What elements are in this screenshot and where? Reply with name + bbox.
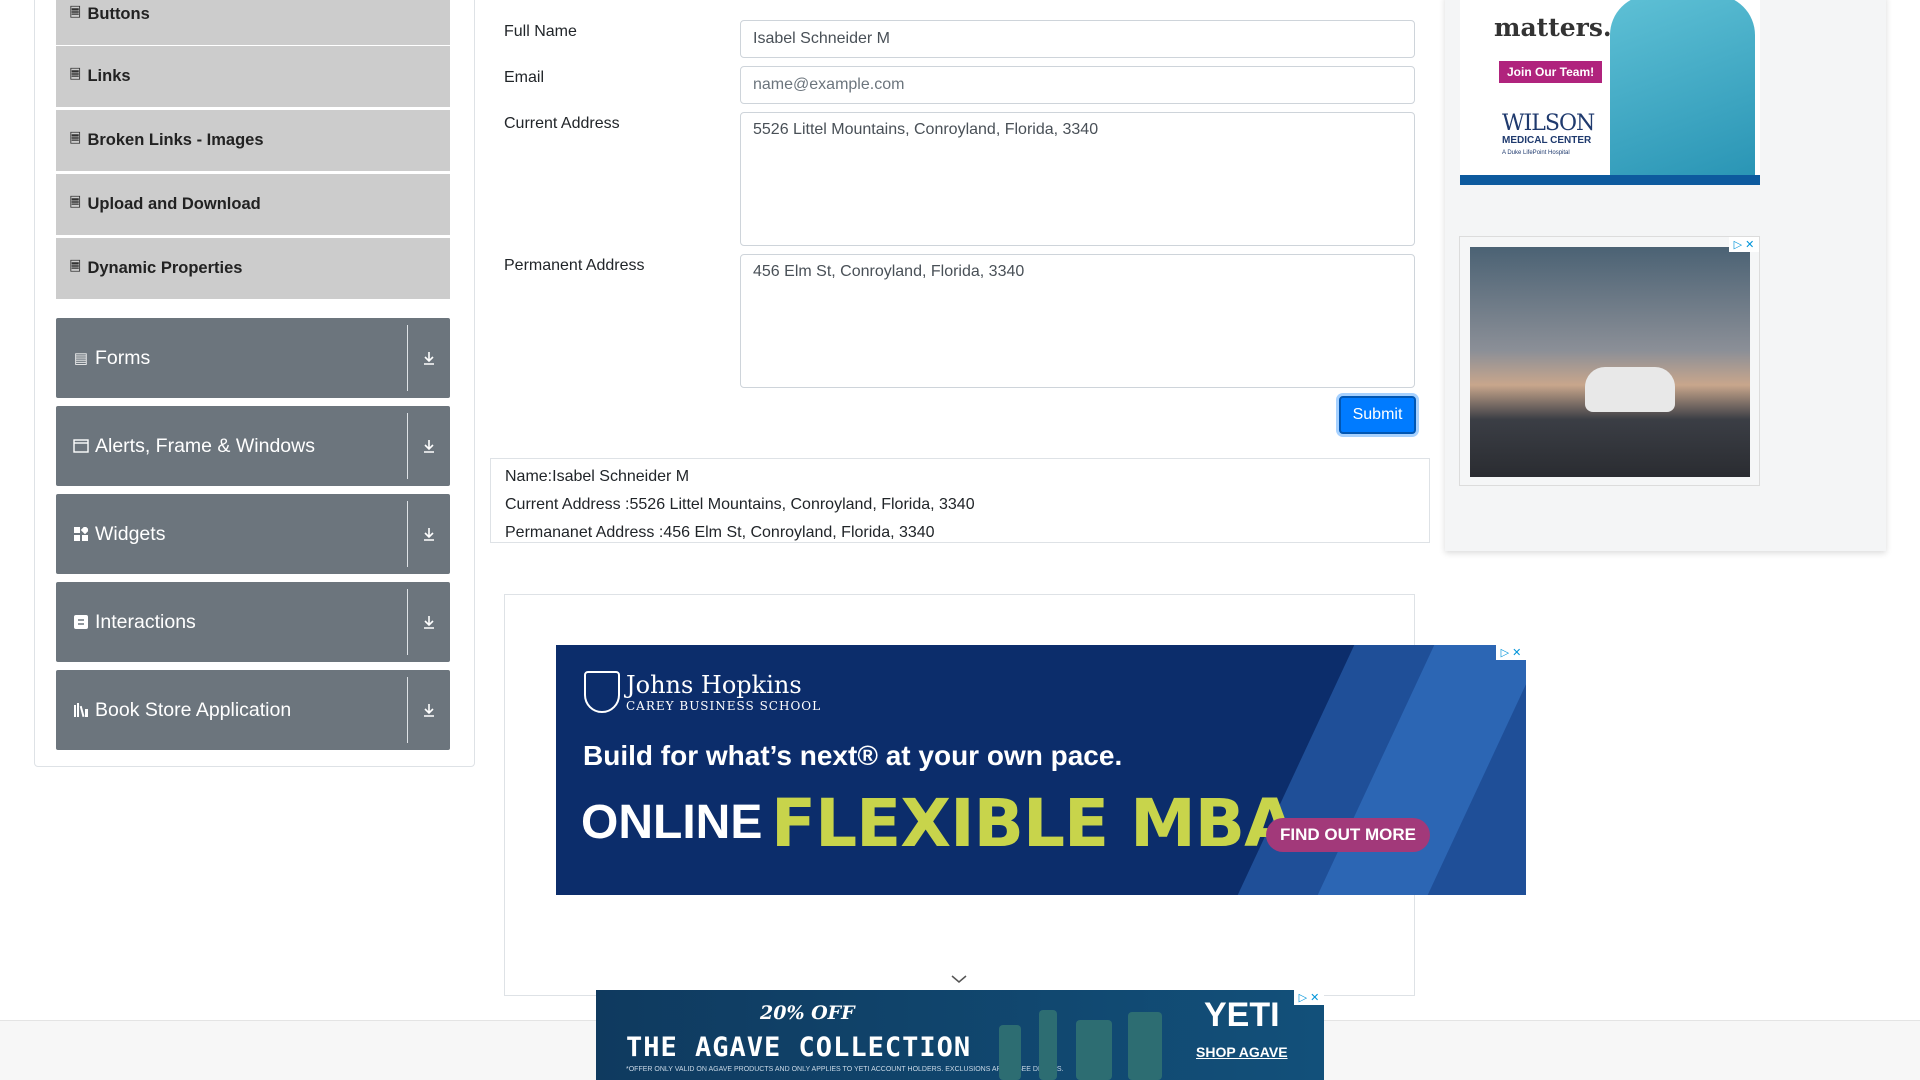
ad-car-banner[interactable]: ▷ ✕ [1459, 236, 1760, 486]
ad-nurse-headline: fulfillment [1480, 0, 1628, 2]
sidebar-group-alerts[interactable]: Alerts, Frame & Windows [56, 406, 450, 486]
output-current-address: Current Address :5526 Littel Mountains, … [505, 496, 975, 513]
ad-yeti-banner[interactable]: 20% OFF THE AGAVE COLLECTION *OFFER ONLY… [596, 990, 1324, 1080]
full-name-input[interactable] [740, 20, 1415, 58]
document-icon: 🗏 [70, 4, 81, 20]
sidebar-group-widgets[interactable]: Widgets [56, 494, 450, 574]
widgets-icon [73, 526, 89, 542]
car-shape [1585, 367, 1675, 412]
download-icon [408, 438, 450, 454]
ad-yeti-cta[interactable]: SHOP AGAVE [1196, 1044, 1288, 1060]
product-bottle-icon [1039, 1010, 1057, 1080]
ad-nurse-banner[interactable]: fulfillment matters. Join Our Team! WILS… [1460, 0, 1760, 185]
books-icon [73, 702, 89, 718]
download-icon [408, 702, 450, 718]
sidebar-item-label: Upload and Download [87, 195, 261, 213]
download-icon [408, 526, 450, 542]
email-label: Email [504, 69, 545, 86]
document-icon: 🗏 [70, 194, 81, 210]
sidebar-item-label: Broken Links - Images [87, 131, 264, 149]
download-icon [408, 350, 450, 366]
product-bottle-icon [999, 1025, 1021, 1080]
sidebar-group-forms[interactable]: ▤ Forms [56, 318, 450, 398]
window-icon [73, 438, 89, 454]
submit-button[interactable]: Submit [1339, 396, 1416, 434]
sidebar-item-links[interactable]: 🗏 Links [56, 46, 450, 108]
ad-close-icon[interactable]: ▷ ✕ [1294, 990, 1324, 1005]
ad-jhu-cta[interactable]: FIND OUT MORE [1266, 818, 1430, 852]
chevron-down-icon[interactable] [949, 972, 969, 986]
sidebar-item-upload-download[interactable]: 🗏 Upload and Download [56, 174, 450, 236]
document-icon: 🗏 [70, 66, 81, 82]
current-address-textarea[interactable]: 5526 Littel Mountains, Conroyland, Flori… [740, 112, 1415, 246]
ad-close-icon[interactable]: ▷ ✕ [1729, 237, 1759, 252]
ad-nurse-image [1610, 0, 1755, 175]
product-tumbler-icon [1076, 1020, 1112, 1080]
ad-jhu-title: Johns Hopkins [626, 671, 802, 699]
output-name: Name:Isabel Schneider M [505, 468, 690, 485]
product-tumbler-icon [1128, 1012, 1162, 1080]
download-icon [408, 614, 450, 630]
sidebar-item-buttons[interactable]: 🗏 Buttons [56, 0, 450, 46]
ad-jhu-subtitle: CAREY BUSINESS SCHOOL [626, 699, 822, 713]
sidebar-item-broken-links[interactable]: 🗏 Broken Links - Images [56, 110, 450, 172]
group-label: Widgets [95, 522, 166, 545]
sidebar-item-dynamic-properties[interactable]: 🗏 Dynamic Properties [56, 238, 450, 300]
ad-jhu-program: FLEXIBLE MBA [771, 785, 1295, 862]
sidebar-group-book-store[interactable]: Book Store Application [56, 670, 450, 750]
email-input[interactable] [740, 66, 1415, 104]
document-icon: 🗏 [70, 258, 81, 274]
sidebar-item-label: Links [87, 67, 131, 85]
ad-jhu-online: ONLINE [581, 796, 763, 849]
output-permanent-address: Permananet Address :456 Elm St, Conroyla… [505, 524, 935, 541]
document-icon: 🗏 [70, 130, 81, 146]
sidebar-item-label: Dynamic Properties [87, 259, 243, 277]
ad-yeti-collection: THE AGAVE COLLECTION [626, 1032, 972, 1063]
ad-jhu-banner[interactable]: Johns Hopkins CAREY BUSINESS SCHOOL Buil… [556, 645, 1526, 895]
ad-yeti-fine-print: *OFFER ONLY VALID ON AGAVE PRODUCTS AND … [626, 1066, 1064, 1073]
jhu-seal-icon [584, 671, 620, 713]
ad-close-icon[interactable]: ▷ ✕ [1496, 645, 1526, 660]
page: 🗏 Buttons 🗏 Links 🗏 Broken Links - Image… [0, 0, 1920, 1080]
ad-nurse-cta[interactable]: Join Our Team! [1499, 61, 1603, 83]
ad-jhu-tagline: Build for what’s next® at your own pace. [583, 740, 1123, 771]
sidebar-item-label: Buttons [87, 5, 150, 23]
ad-nurse-brand: WILSON [1502, 111, 1595, 136]
group-label: Interactions [95, 610, 196, 633]
ad-nurse-bar [1460, 175, 1760, 185]
ad-nurse-headline-2: matters. [1494, 13, 1612, 42]
ad-yeti-discount: 20% OFF [760, 1002, 855, 1024]
interactions-icon [73, 614, 89, 630]
full-name-label: Full Name [504, 23, 577, 40]
current-address-label: Current Address [504, 115, 620, 132]
group-label: Book Store Application [95, 698, 292, 721]
ad-yeti-brand: YETI [1204, 996, 1280, 1034]
output-panel: Name:Isabel Schneider M Current Address … [490, 458, 1430, 543]
permanent-address-textarea[interactable]: 456 Elm St, Conroyland, Florida, 3340 [740, 254, 1415, 388]
group-label: Alerts, Frame & Windows [95, 434, 315, 457]
ad-car-image [1470, 247, 1750, 477]
ad-nurse-brand-sub: MEDICAL CENTER [1502, 135, 1592, 146]
permanent-address-label: Permanent Address [504, 257, 645, 274]
ad-nurse-brand-note: A Duke LifePoint Hospital [1502, 150, 1570, 156]
sidebar-group-interactions[interactable]: Interactions [56, 582, 450, 662]
form-icon: ▤ [73, 350, 89, 367]
group-label: Forms [95, 346, 151, 369]
